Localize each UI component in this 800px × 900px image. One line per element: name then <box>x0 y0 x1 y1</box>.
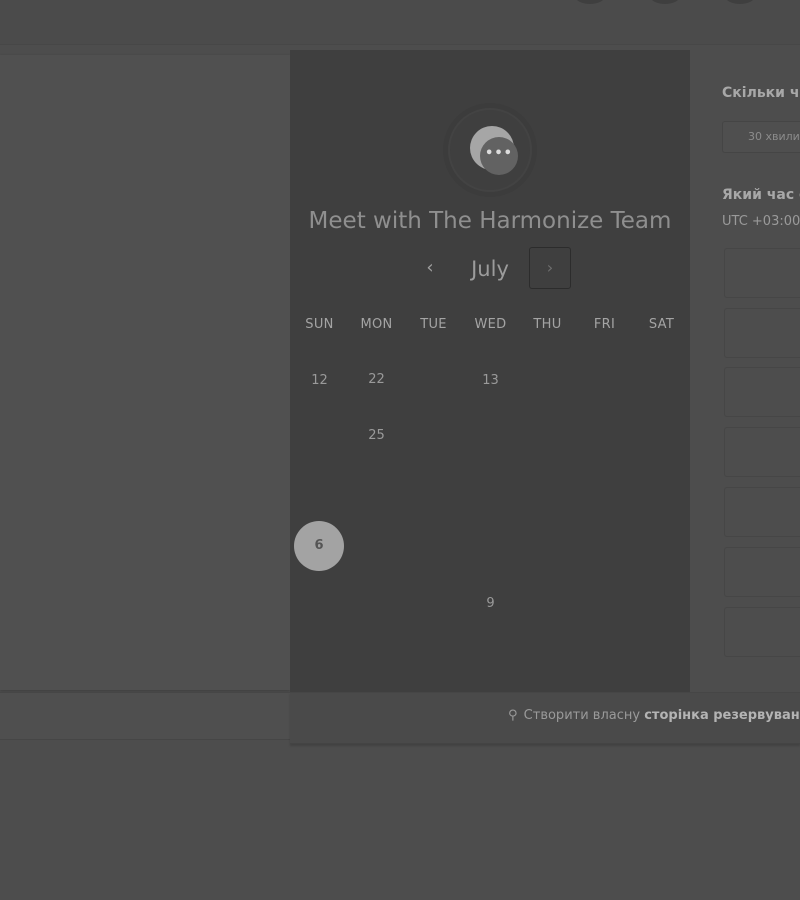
next-month-button[interactable]: › <box>529 247 571 289</box>
calendar-day[interactable]: 9 <box>462 596 519 611</box>
weekday-fri: FRI <box>593 317 616 332</box>
booking-footer: ⚲ Створити власну сторінка резервування <box>290 692 800 744</box>
month-navigation: ‹ July › <box>290 247 690 291</box>
create-booking-page-link[interactable]: ⚲ Створити власну сторінка резервування <box>508 708 800 723</box>
weekday-thu: THU <box>533 317 562 332</box>
time-slot-button[interactable] <box>724 487 800 537</box>
time-slot-button[interactable] <box>724 367 800 417</box>
header-avatar-icon <box>575 0 605 4</box>
duration-heading: Скільки ча <box>722 85 800 101</box>
top-bar <box>0 0 800 45</box>
month-label: July <box>471 257 509 281</box>
time-selection-panel: Скільки ча 30 хвилин Який час с UTC +03:… <box>698 55 800 690</box>
weekday-wed: WED <box>474 317 507 332</box>
weekday-tue: TUE <box>420 317 447 332</box>
timezone-label[interactable]: UTC +03:00 <box>722 214 800 229</box>
time-slot-button[interactable] <box>724 308 800 358</box>
hubspot-sprocket-icon: ⚲ <box>508 708 518 723</box>
weekday-sun: SUN <box>305 317 334 332</box>
previous-month-button[interactable]: ‹ <box>418 253 442 283</box>
header-avatar-icon <box>725 0 755 4</box>
time-slot-button[interactable] <box>724 427 800 477</box>
duration-select[interactable]: 30 хвилин <box>722 121 800 153</box>
logo-glyph: ••• <box>480 137 518 175</box>
calendar-day[interactable]: 13 <box>462 373 519 388</box>
time-slot-button[interactable] <box>724 248 800 298</box>
weekday-sat: SAT <box>648 317 675 332</box>
weekday-mon: MON <box>360 317 393 332</box>
footer-prefix: Створити власну <box>523 708 641 723</box>
left-footer <box>0 692 290 740</box>
header-avatar-icon <box>650 0 680 4</box>
selected-day[interactable]: 6 <box>294 521 344 571</box>
team-logo: ••• <box>448 108 532 192</box>
calendar-day[interactable]: 22 <box>348 372 405 387</box>
meeting-title: Meet with The Harmonize Team <box>308 208 672 234</box>
chat-bubble-icon: ••• <box>470 126 518 175</box>
time-heading: Який час с <box>722 187 800 203</box>
calendar-day[interactable]: 12 <box>291 373 348 388</box>
calendar-day[interactable]: 25 <box>348 428 405 443</box>
time-slot-button[interactable] <box>724 547 800 597</box>
time-slot-button[interactable] <box>724 607 800 657</box>
left-panel <box>0 55 290 690</box>
footer-link-text[interactable]: сторінка резервування <box>644 708 800 723</box>
calendar-panel: ••• Meet with The Harmonize Team ‹ July … <box>290 50 690 692</box>
